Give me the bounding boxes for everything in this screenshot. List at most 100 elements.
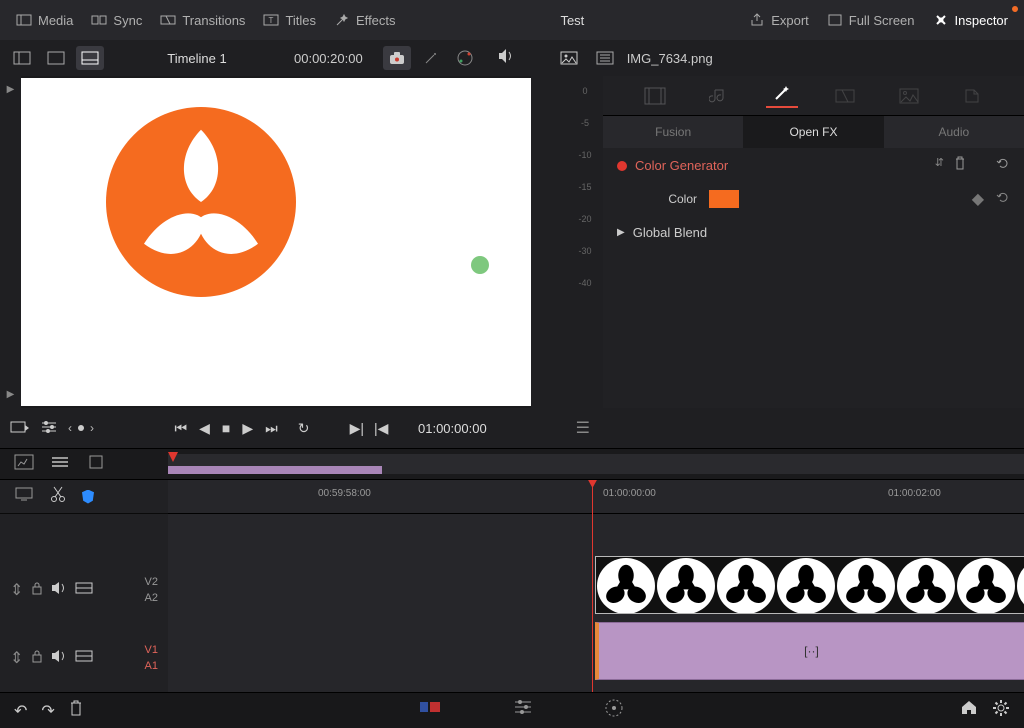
monitor-icon[interactable]	[14, 486, 34, 507]
inspector-menu[interactable]: Inspector	[927, 8, 1014, 32]
marker-nav[interactable]: ‹›	[68, 421, 94, 435]
track-label-a1[interactable]: A1	[145, 660, 158, 672]
snap-icon[interactable]	[82, 490, 94, 504]
sync-menu[interactable]: Sync	[85, 8, 148, 32]
zoom-icon[interactable]	[86, 454, 106, 475]
meter-0: 0	[567, 86, 603, 118]
fx-badge-icon: [··]	[804, 644, 819, 658]
track-label-v1[interactable]: V1	[145, 644, 158, 656]
keyframe-diamond-icon[interactable]: ◆	[972, 189, 984, 209]
transition-tab-icon[interactable]	[829, 84, 861, 108]
track-view-icon-2[interactable]	[75, 649, 93, 667]
options-menu-icon[interactable]: ☰	[576, 418, 590, 438]
overview-clip	[168, 466, 382, 474]
track-lock-icon-2[interactable]	[31, 649, 43, 668]
edit-page-icon[interactable]	[512, 698, 534, 723]
step-fwd-button[interactable]: ⏭	[265, 420, 278, 437]
openfx-tab[interactable]: Open FX	[743, 116, 883, 148]
redo-button[interactable]: ↷	[41, 701, 54, 721]
export-menu[interactable]: Export	[743, 8, 815, 32]
play-button[interactable]: ▶	[242, 420, 253, 437]
track-mute-icon-2[interactable]	[51, 649, 67, 668]
home-button[interactable]	[960, 699, 978, 722]
reset-icon[interactable]	[996, 156, 1010, 175]
camera-icon[interactable]	[383, 46, 411, 70]
tool-b-icon[interactable]	[40, 420, 58, 437]
delete-button[interactable]	[69, 700, 83, 721]
track-resize-icon[interactable]: ⇕	[10, 580, 23, 600]
file-tab-icon[interactable]	[956, 84, 988, 108]
fusion-tab[interactable]: Fusion	[603, 116, 743, 148]
undo-button[interactable]: ↶	[14, 701, 27, 721]
video-tab-icon[interactable]	[639, 84, 671, 108]
overview-track[interactable]	[168, 454, 1024, 474]
effects-tab-icon[interactable]	[766, 84, 798, 108]
clip-generator-v1[interactable]: [··]	[595, 622, 1024, 680]
tool-a-icon[interactable]	[10, 419, 30, 438]
fullscreen-menu[interactable]: Full Screen	[821, 8, 921, 32]
track-resize-icon-2[interactable]: ⇕	[10, 648, 23, 668]
timeline-ruler[interactable]: 00:59:58:00 01:00:00:00 01:00:02:00	[168, 480, 1024, 514]
track-head-v1-a1: ⇕ V1 A1	[0, 624, 168, 692]
media-menu[interactable]: Media	[10, 8, 79, 32]
expand-icon[interactable]: ⇵	[935, 156, 944, 175]
color-page-icon[interactable]	[604, 698, 624, 723]
edit-index-icon[interactable]	[14, 454, 34, 475]
track-mute-icon[interactable]	[51, 581, 67, 600]
go-start-button[interactable]: ⏮	[175, 420, 188, 437]
track-label-a2[interactable]: A2	[145, 592, 158, 604]
stop-button[interactable]: ■	[222, 420, 230, 436]
timeline-name[interactable]: Timeline 1	[112, 51, 282, 66]
overview-playhead[interactable]	[168, 452, 178, 462]
timeline-tracks[interactable]: 00:59:58:00 01:00:00:00 01:00:02:00 [·	[168, 480, 1024, 692]
effects-label: Effects	[356, 13, 396, 28]
transitions-menu[interactable]: Transitions	[154, 8, 251, 32]
timeline-playhead[interactable]	[592, 480, 593, 692]
clip-video-v2[interactable]	[595, 556, 1024, 614]
meter-20: -20	[567, 214, 603, 246]
go-next-button[interactable]: ▶|	[350, 420, 364, 437]
step-back-button[interactable]: ◀	[199, 420, 210, 437]
view-mode-2-button[interactable]	[42, 46, 70, 70]
meter-10: -10	[567, 150, 603, 182]
ruler-tick: 01:00:02:00	[888, 488, 941, 499]
clip-name: IMG_7634.png	[627, 51, 713, 66]
prev-marker-button[interactable]: ▶	[0, 84, 21, 95]
image-view-icon[interactable]	[555, 46, 583, 70]
image-tab-icon[interactable]	[893, 84, 925, 108]
metadata-view-icon[interactable]	[591, 46, 619, 70]
wand-tool-icon[interactable]	[417, 46, 445, 70]
track-view-icon[interactable]	[75, 581, 93, 599]
color-adjust-icon[interactable]	[451, 46, 479, 70]
cut-page-icon[interactable]	[418, 698, 442, 723]
effect-header[interactable]: Color Generator ⇵	[603, 148, 1024, 183]
audio-tab[interactable]: Audio	[884, 116, 1024, 148]
meter-40: -40	[567, 278, 603, 310]
color-swatch[interactable]	[709, 190, 739, 208]
view-mode-1-button[interactable]	[8, 46, 36, 70]
global-blend-row[interactable]: ▶ Global Blend	[603, 215, 1024, 250]
source-timecode[interactable]: 00:00:20:00	[282, 51, 375, 66]
param-reset-icon[interactable]	[996, 190, 1010, 209]
titles-menu[interactable]: T Titles	[257, 8, 322, 32]
effect-enabled-toggle[interactable]	[617, 161, 627, 171]
go-prev-button[interactable]: |◀	[374, 420, 388, 437]
sync-icon	[91, 12, 107, 28]
track-lock-icon[interactable]	[31, 581, 43, 600]
viewer-canvas[interactable]	[21, 78, 531, 406]
track-label-v2[interactable]: V2	[145, 576, 158, 588]
view-mode-3-button[interactable]	[76, 46, 104, 70]
settings-button[interactable]	[992, 699, 1010, 722]
loop-button[interactable]: ↻	[298, 420, 310, 437]
timeline-left-panel: ⇕ V2 A2 ⇕ V1 A1	[0, 480, 168, 692]
razor-icon[interactable]	[50, 485, 66, 508]
unsaved-indicator-icon	[1012, 6, 1018, 12]
audio-tab-icon[interactable]	[702, 84, 734, 108]
trash-icon[interactable]	[954, 156, 966, 175]
effects-menu[interactable]: Effects	[328, 8, 402, 32]
main-area: ▶ ▶ 0 -5 -10 -15 -20 -30 -40	[0, 76, 1024, 408]
duration-timecode[interactable]: 01:00:00:00	[418, 421, 487, 436]
speaker-icon[interactable]	[487, 48, 525, 69]
stack-icon[interactable]	[50, 454, 70, 475]
next-marker-button[interactable]: ▶	[0, 389, 21, 400]
